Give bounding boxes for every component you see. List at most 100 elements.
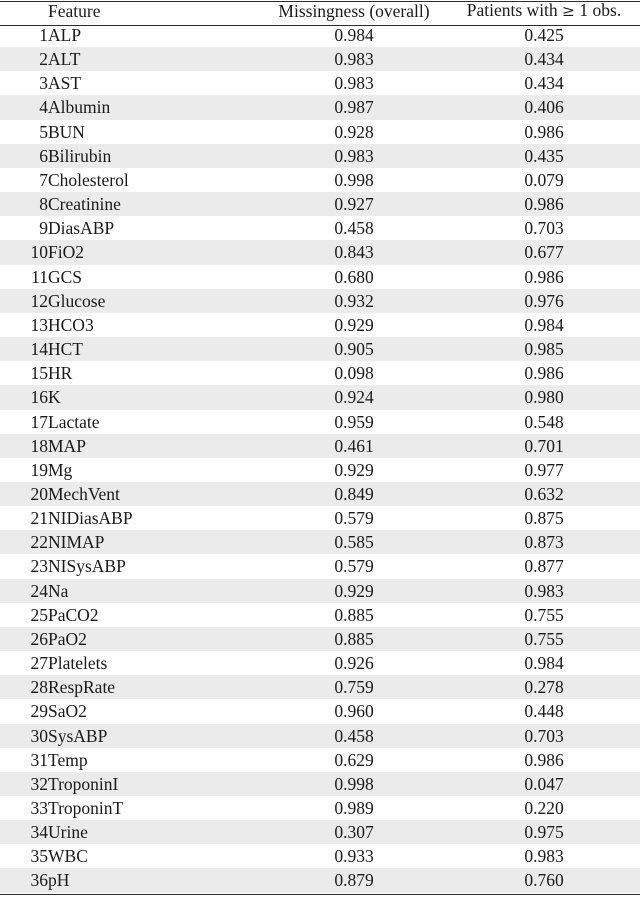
cell-patients: 0.548 xyxy=(524,411,564,432)
table-row: 19 Mg 0.929 0.977 xyxy=(0,458,640,482)
cell-missingness: 0.680 xyxy=(334,266,374,287)
table-row: 15 HR 0.098 0.986 xyxy=(0,361,640,385)
cell-patients: 0.703 xyxy=(524,725,564,746)
cell-index: 24 xyxy=(30,580,49,601)
table-row: 7 Cholesterol 0.998 0.079 xyxy=(0,168,640,192)
cell-feature-name: TroponinI xyxy=(48,773,119,794)
cell-index: 30 xyxy=(30,725,49,746)
cell-index: 25 xyxy=(30,604,49,625)
cell-feature-name: MechVent xyxy=(48,483,120,504)
cell-patients: 0.976 xyxy=(524,290,564,311)
cell-patients: 0.986 xyxy=(524,363,564,384)
table-row: 31 Temp 0.629 0.986 xyxy=(0,748,640,772)
cell-patients: 0.425 xyxy=(524,25,564,45)
patients-header-suffix: 1 obs. xyxy=(575,0,622,20)
cell-patients: 0.220 xyxy=(524,798,564,818)
cell-patients: 0.755 xyxy=(524,628,564,649)
cell-index: 11 xyxy=(31,266,48,287)
cell-feature-name: NIDiasABP xyxy=(48,508,133,529)
cell-patients: 0.701 xyxy=(524,435,564,456)
table-container: Feature Missingness (overall) Patients w… xyxy=(0,0,640,899)
cell-index: 4 xyxy=(39,97,48,118)
table-top-rule xyxy=(0,1,640,3)
cell-feature-name: Glucose xyxy=(48,290,106,311)
cell-patients: 0.435 xyxy=(524,145,564,166)
cell-missingness: 0.983 xyxy=(334,145,374,166)
cell-patients: 0.760 xyxy=(524,870,564,891)
cell-patients: 0.984 xyxy=(524,653,564,674)
cell-index: 35 xyxy=(30,846,49,867)
cell-missingness: 0.461 xyxy=(334,435,374,456)
table-row: 13 HCO3 0.929 0.984 xyxy=(0,313,640,337)
table-bottom-rule xyxy=(0,894,640,896)
cell-feature-name: WBC xyxy=(48,846,88,867)
cell-missingness: 0.983 xyxy=(334,73,374,94)
cell-feature-name: Na xyxy=(48,580,69,601)
table-row: 14 HCT 0.905 0.985 xyxy=(0,337,640,362)
table-row: 10 FiO2 0.843 0.677 xyxy=(0,240,640,265)
cell-patients: 0.703 xyxy=(524,218,564,239)
cell-feature-name: SaO2 xyxy=(48,701,87,722)
cell-index: 31 xyxy=(30,749,49,770)
cell-feature-name: TroponinT xyxy=(48,798,124,818)
cell-index: 26 xyxy=(30,628,49,649)
cell-patients: 0.980 xyxy=(524,387,564,408)
cell-index: 16 xyxy=(30,387,49,408)
cell-missingness: 0.928 xyxy=(334,121,374,142)
cell-index: 36 xyxy=(30,870,49,891)
cell-feature-name: K xyxy=(48,387,61,408)
column-header-index xyxy=(0,0,48,23)
cell-patients: 0.983 xyxy=(524,846,564,867)
table-row: 24 Na 0.929 0.983 xyxy=(0,578,640,603)
table-row: 17 Lactate 0.959 0.548 xyxy=(0,410,640,434)
cell-feature-name: HCT xyxy=(48,339,83,360)
cell-feature-name: RespRate xyxy=(48,677,116,698)
table-row: 22 NIMAP 0.585 0.873 xyxy=(0,530,640,555)
cell-feature-name: PaCO2 xyxy=(48,604,99,625)
cell-index: 14 xyxy=(30,339,49,360)
cell-index: 34 xyxy=(30,822,49,843)
cell-patients: 0.984 xyxy=(524,314,564,335)
cell-missingness: 0.458 xyxy=(334,218,374,239)
table-row: 34 Urine 0.307 0.975 xyxy=(0,820,640,845)
table-row: 35 WBC 0.933 0.983 xyxy=(0,844,640,868)
cell-patients: 0.079 xyxy=(524,169,564,190)
cell-feature-name: DiasABP xyxy=(48,218,115,239)
table-row: 26 PaO2 0.885 0.755 xyxy=(0,626,640,652)
cell-patients: 0.406 xyxy=(524,97,564,118)
cell-missingness: 0.932 xyxy=(334,290,374,311)
table-row: 25 PaCO2 0.885 0.755 xyxy=(0,603,640,627)
missingness-statistics-table: Feature Missingness (overall) Patients w… xyxy=(0,0,640,893)
cell-index: 33 xyxy=(30,798,49,818)
table-row: 5 BUN 0.928 0.986 xyxy=(0,120,640,144)
cell-feature-name: pH xyxy=(48,870,70,891)
table-row: 28 RespRate 0.759 0.278 xyxy=(0,675,640,700)
cell-patients: 0.986 xyxy=(524,121,564,142)
cell-missingness: 0.929 xyxy=(334,314,374,335)
cell-missingness: 0.458 xyxy=(334,725,374,746)
cell-index: 13 xyxy=(30,314,49,335)
table-row: 27 Platelets 0.926 0.984 xyxy=(0,651,640,675)
cell-index: 7 xyxy=(39,169,48,190)
cell-missingness: 0.960 xyxy=(334,701,374,722)
table-row: 1 ALP 0.984 0.425 xyxy=(0,23,640,47)
cell-missingness: 0.579 xyxy=(334,508,374,529)
table-row: 12 Glucose 0.932 0.976 xyxy=(0,288,640,313)
cell-missingness: 0.927 xyxy=(334,194,374,215)
cell-patients: 0.448 xyxy=(524,701,564,722)
cell-feature-name: Cholesterol xyxy=(48,169,129,190)
cell-feature-name: ALP xyxy=(48,25,82,45)
table-row: 3 AST 0.983 0.434 xyxy=(0,71,640,95)
cell-index: 12 xyxy=(30,290,49,311)
cell-index: 8 xyxy=(39,194,48,215)
column-header-missingness: Missingness (overall) xyxy=(278,1,430,21)
cell-patients: 0.632 xyxy=(524,483,564,504)
cell-missingness: 0.885 xyxy=(334,628,374,649)
table-body: 1 ALP 0.984 0.425 2 ALT 0.983 0.434 3 AST 0.983 0.4… xyxy=(0,23,640,893)
cell-index: 17 xyxy=(30,411,49,432)
cell-patients: 0.873 xyxy=(524,532,564,553)
cell-missingness: 0.579 xyxy=(334,556,374,577)
cell-missingness: 0.879 xyxy=(334,870,374,891)
table-header-rule xyxy=(0,24,640,26)
table-row: 8 Creatinine 0.927 0.986 xyxy=(0,192,640,217)
